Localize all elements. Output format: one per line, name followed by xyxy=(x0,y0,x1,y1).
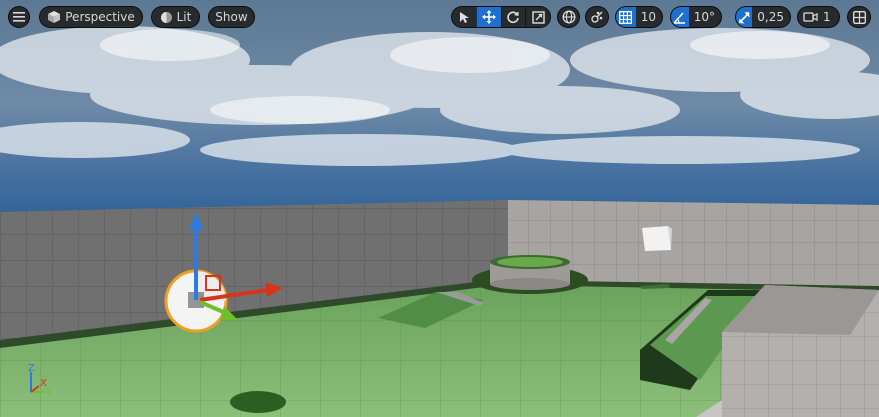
grid-snap-toggle[interactable] xyxy=(616,7,636,27)
grid-snap-control[interactable]: 10 xyxy=(615,6,663,28)
sphere-icon xyxy=(160,11,173,24)
hamburger-menu-icon xyxy=(13,12,25,22)
level-viewport[interactable]: Z X Y Perspective Lit Show 10 10° 0,25 1 xyxy=(0,0,879,417)
show-flags-button[interactable]: Show xyxy=(208,6,255,28)
camera-speed-control[interactable]: 1 xyxy=(797,6,840,28)
cursor-arrow-icon xyxy=(458,11,470,24)
scale-icon xyxy=(531,10,545,24)
rotation-snap-value[interactable]: 10° xyxy=(689,7,721,27)
select-tool-button[interactable] xyxy=(452,7,476,27)
viewport-scene[interactable]: Z X Y xyxy=(0,0,879,417)
camera-icon xyxy=(802,11,818,23)
globe-icon xyxy=(562,10,576,24)
surface-snap-icon xyxy=(590,10,604,24)
angle-icon xyxy=(673,11,686,24)
rotate-icon xyxy=(506,10,520,24)
scale-tool-button[interactable] xyxy=(525,7,550,27)
axis-z-label: Z xyxy=(28,363,35,374)
viewport-toolbar: Perspective Lit Show 10 10° 0,25 1 xyxy=(0,0,879,34)
view-mode-button[interactable]: Perspective xyxy=(39,6,143,28)
view-mode-label: Perspective xyxy=(65,10,135,24)
camera-speed-toggle[interactable] xyxy=(798,7,822,27)
lighting-mode-label: Lit xyxy=(176,10,192,24)
translate-tool-button[interactable] xyxy=(475,7,501,27)
grid-icon xyxy=(619,10,633,24)
world-local-toggle[interactable] xyxy=(557,6,580,28)
rotation-snap-control[interactable]: 10° xyxy=(670,6,722,28)
scale-arrow-icon xyxy=(738,11,751,24)
grid-snap-value[interactable]: 10 xyxy=(636,7,662,27)
axis-y-label: Y xyxy=(45,387,53,398)
viewport-menu-button[interactable] xyxy=(8,6,30,28)
move-arrows-icon xyxy=(481,10,496,24)
layout-grid-icon xyxy=(852,10,866,24)
scale-snap-value[interactable]: 0,25 xyxy=(752,7,790,27)
rotation-snap-toggle[interactable] xyxy=(671,7,689,27)
scale-snap-toggle[interactable] xyxy=(736,7,753,27)
viewport-layout-button[interactable] xyxy=(847,6,871,28)
camera-speed-value[interactable]: 1 xyxy=(822,7,837,27)
rotate-tool-button[interactable] xyxy=(500,7,526,27)
transform-tools-group xyxy=(451,6,551,28)
surface-snap-button[interactable] xyxy=(585,6,609,28)
show-flags-label: Show xyxy=(215,10,248,24)
scale-snap-control[interactable]: 0,25 xyxy=(735,6,791,28)
cube-icon xyxy=(47,10,61,24)
lighting-mode-button[interactable]: Lit xyxy=(151,6,200,28)
